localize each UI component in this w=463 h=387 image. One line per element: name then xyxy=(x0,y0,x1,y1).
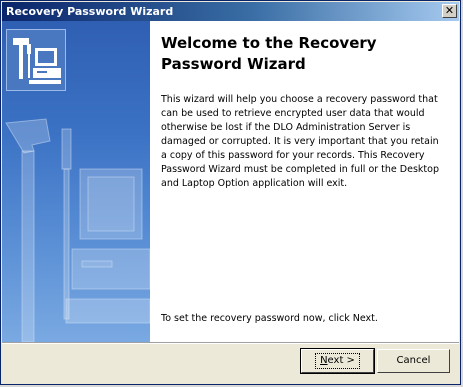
wizard-window: Recovery Password Wizard ✕ Welcome to th… xyxy=(0,0,461,385)
next-button[interactable]: Next > xyxy=(300,348,375,374)
cancel-button[interactable]: Cancel xyxy=(377,349,450,373)
wizard-description: This wizard will help you choose a recov… xyxy=(161,94,439,189)
wizard-side-panel xyxy=(2,21,150,342)
wizard-client-area: Welcome to the Recovery Password Wizard … xyxy=(2,21,459,342)
page-title: Welcome to the Recovery Password Wizard xyxy=(161,34,377,73)
button-separator xyxy=(2,342,459,344)
window-title: Recovery Password Wizard xyxy=(6,5,174,18)
title-bar[interactable]: Recovery Password Wizard ✕ xyxy=(2,2,459,21)
wizard-instruction: To set the recovery password now, click … xyxy=(161,313,378,324)
close-icon: ✕ xyxy=(444,4,455,17)
wizard-content: Welcome to the Recovery Password Wizard … xyxy=(160,21,455,342)
close-button[interactable]: ✕ xyxy=(442,4,457,18)
cancel-button-label: Cancel xyxy=(396,355,431,366)
hammer-screwdriver-computer-icon xyxy=(2,111,150,342)
next-button-mnemonic: N xyxy=(320,355,328,366)
next-button-label: ext > xyxy=(327,355,355,366)
tools-computer-icon xyxy=(6,29,66,91)
next-button-focus: Next > xyxy=(315,353,360,369)
